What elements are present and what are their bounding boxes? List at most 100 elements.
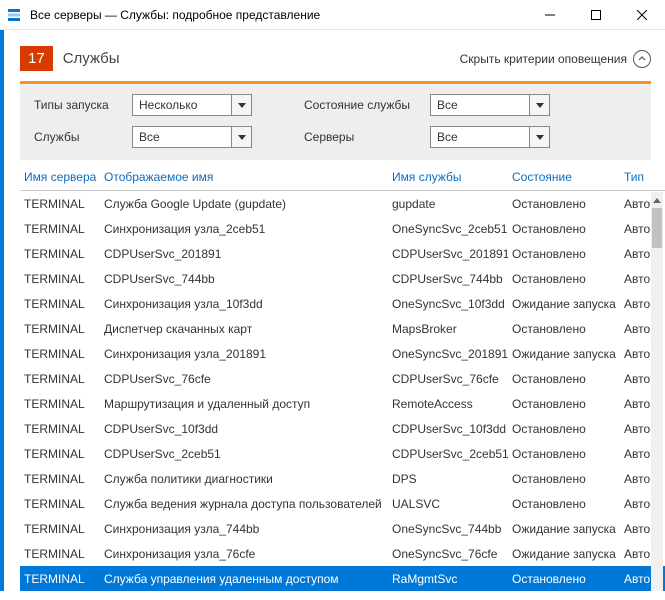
cell-display-name: CDPUserSvc_744bb xyxy=(100,272,388,286)
cell-service-name: RaMgmtSvc xyxy=(388,572,508,586)
close-button[interactable] xyxy=(619,0,665,29)
cell-state: Остановлено xyxy=(508,197,620,211)
dropdown-icon[interactable] xyxy=(232,126,252,148)
table-body: TERMINALСлужба Google Update (gupdate)gu… xyxy=(20,191,665,591)
col-server-name[interactable]: Имя сервера xyxy=(20,170,100,184)
table-row[interactable]: TERMINALСлужба ведения журнала доступа п… xyxy=(20,491,665,516)
cell-state: Остановлено xyxy=(508,572,620,586)
col-service-name[interactable]: Имя службы xyxy=(388,170,508,184)
table-row[interactable]: TERMINALCDPUserSvc_10f3ddCDPUserSvc_10f3… xyxy=(20,416,665,441)
cell-display-name: Синхронизация узла_201891 xyxy=(100,347,388,361)
vertical-scrollbar[interactable] xyxy=(651,192,663,591)
app-icon xyxy=(6,7,22,23)
scroll-thumb[interactable] xyxy=(652,208,662,248)
table-row[interactable]: TERMINALСлужба Google Update (gupdate)gu… xyxy=(20,191,665,216)
cell-service-name: RemoteAccess xyxy=(388,397,508,411)
collapse-icon[interactable] xyxy=(633,50,651,68)
table-row[interactable]: TERMINALДиспетчер скачанных картMapsBrok… xyxy=(20,316,665,341)
cell-state: Остановлено xyxy=(508,447,620,461)
servers-combo[interactable]: Все xyxy=(430,126,550,148)
cell-service-name: OneSyncSvc_744bb xyxy=(388,522,508,536)
table-row[interactable]: TERMINALСлужба политики диагностикиDPSОс… xyxy=(20,466,665,491)
services-value[interactable]: Все xyxy=(132,126,232,148)
scroll-up-icon[interactable] xyxy=(651,192,663,208)
cell-state: Остановлено xyxy=(508,422,620,436)
cell-state: Ожидание запуска xyxy=(508,547,620,561)
cell-type: Авто xyxy=(620,472,650,486)
service-state-label: Состояние службы xyxy=(304,98,424,112)
cell-service-name: OneSyncSvc_2ceb51 xyxy=(388,222,508,236)
hide-criteria-link[interactable]: Скрыть критерии оповещения xyxy=(460,52,627,66)
startup-types-value[interactable]: Несколько xyxy=(132,94,232,116)
cell-state: Остановлено xyxy=(508,397,620,411)
table-row[interactable]: TERMINALCDPUserSvc_744bbCDPUserSvc_744bb… xyxy=(20,266,665,291)
col-type[interactable]: Тип xyxy=(620,170,650,184)
service-state-combo[interactable]: Все xyxy=(430,94,550,116)
cell-service-name: CDPUserSvc_201891 xyxy=(388,247,508,261)
dropdown-icon[interactable] xyxy=(530,94,550,116)
cell-state: Остановлено xyxy=(508,497,620,511)
table-row[interactable]: TERMINALСинхронизация узла_10f3ddOneSync… xyxy=(20,291,665,316)
cell-service-name: UALSVC xyxy=(388,497,508,511)
services-combo[interactable]: Все xyxy=(132,126,252,148)
table-row[interactable]: TERMINALСинхронизация узла_2ceb51OneSync… xyxy=(20,216,665,241)
startup-types-combo[interactable]: Несколько xyxy=(132,94,252,116)
section-title: Службы xyxy=(63,50,460,67)
cell-type: Авто xyxy=(620,572,650,586)
cell-server-name: TERMINAL xyxy=(20,572,100,586)
table-row[interactable]: TERMINALСинхронизация узла_201891OneSync… xyxy=(20,341,665,366)
table-row[interactable]: TERMINALCDPUserSvc_76cfeCDPUserSvc_76cfe… xyxy=(20,366,665,391)
cell-state: Ожидание запуска xyxy=(508,297,620,311)
cell-type: Авто xyxy=(620,272,650,286)
table-row[interactable]: TERMINALCDPUserSvc_2ceb51CDPUserSvc_2ceb… xyxy=(20,441,665,466)
cell-state: Остановлено xyxy=(508,322,620,336)
service-state-value[interactable]: Все xyxy=(430,94,530,116)
cell-server-name: TERMINAL xyxy=(20,472,100,486)
cell-server-name: TERMINAL xyxy=(20,272,100,286)
cell-service-name: OneSyncSvc_76cfe xyxy=(388,547,508,561)
col-state[interactable]: Состояние xyxy=(508,170,620,184)
minimize-button[interactable] xyxy=(527,0,573,29)
cell-type: Авто xyxy=(620,247,650,261)
cell-type: Авто xyxy=(620,422,650,436)
cell-state: Остановлено xyxy=(508,472,620,486)
count-badge: 17 xyxy=(20,46,53,71)
cell-server-name: TERMINAL xyxy=(20,497,100,511)
section-header: 17 Службы Скрыть критерии оповещения xyxy=(0,30,665,81)
cell-state: Ожидание запуска xyxy=(508,347,620,361)
dropdown-icon[interactable] xyxy=(232,94,252,116)
servers-label: Серверы xyxy=(304,130,424,144)
col-display-name[interactable]: Отображаемое имя xyxy=(100,170,388,184)
startup-types-label: Типы запуска xyxy=(34,98,126,112)
table-row[interactable]: TERMINALCDPUserSvc_201891CDPUserSvc_2018… xyxy=(20,241,665,266)
services-label: Службы xyxy=(34,130,126,144)
cell-state: Остановлено xyxy=(508,272,620,286)
cell-service-name: CDPUserSvc_2ceb51 xyxy=(388,447,508,461)
cell-service-name: gupdate xyxy=(388,197,508,211)
services-table: Имя сервера Отображаемое имя Имя службы … xyxy=(20,170,665,600)
cell-state: Остановлено xyxy=(508,372,620,386)
cell-display-name: Диспетчер скачанных карт xyxy=(100,322,388,336)
cell-state: Остановлено xyxy=(508,222,620,236)
cell-type: Авто xyxy=(620,347,650,361)
cell-server-name: TERMINAL xyxy=(20,247,100,261)
cell-type: Авто xyxy=(620,547,650,561)
table-row[interactable]: TERMINALСлужба управления удаленным дост… xyxy=(20,566,665,591)
servers-value[interactable]: Все xyxy=(430,126,530,148)
cell-display-name: Синхронизация узла_2ceb51 xyxy=(100,222,388,236)
cell-type: Авто xyxy=(620,322,650,336)
maximize-button[interactable] xyxy=(573,0,619,29)
cell-server-name: TERMINAL xyxy=(20,547,100,561)
cell-server-name: TERMINAL xyxy=(20,372,100,386)
cell-service-name: DPS xyxy=(388,472,508,486)
cell-display-name: Служба политики диагностики xyxy=(100,472,388,486)
table-row[interactable]: TERMINALСинхронизация узла_76cfeOneSyncS… xyxy=(20,541,665,566)
cell-server-name: TERMINAL xyxy=(20,222,100,236)
cell-server-name: TERMINAL xyxy=(20,347,100,361)
filter-panel: Типы запуска Несколько Состояние службы … xyxy=(20,84,651,160)
table-row[interactable]: TERMINALСинхронизация узла_744bbOneSyncS… xyxy=(20,516,665,541)
cell-state: Остановлено xyxy=(508,247,620,261)
dropdown-icon[interactable] xyxy=(530,126,550,148)
window-title: Все серверы — Службы: подробное представ… xyxy=(30,8,527,22)
table-row[interactable]: TERMINALМаршрутизация и удаленный доступ… xyxy=(20,391,665,416)
